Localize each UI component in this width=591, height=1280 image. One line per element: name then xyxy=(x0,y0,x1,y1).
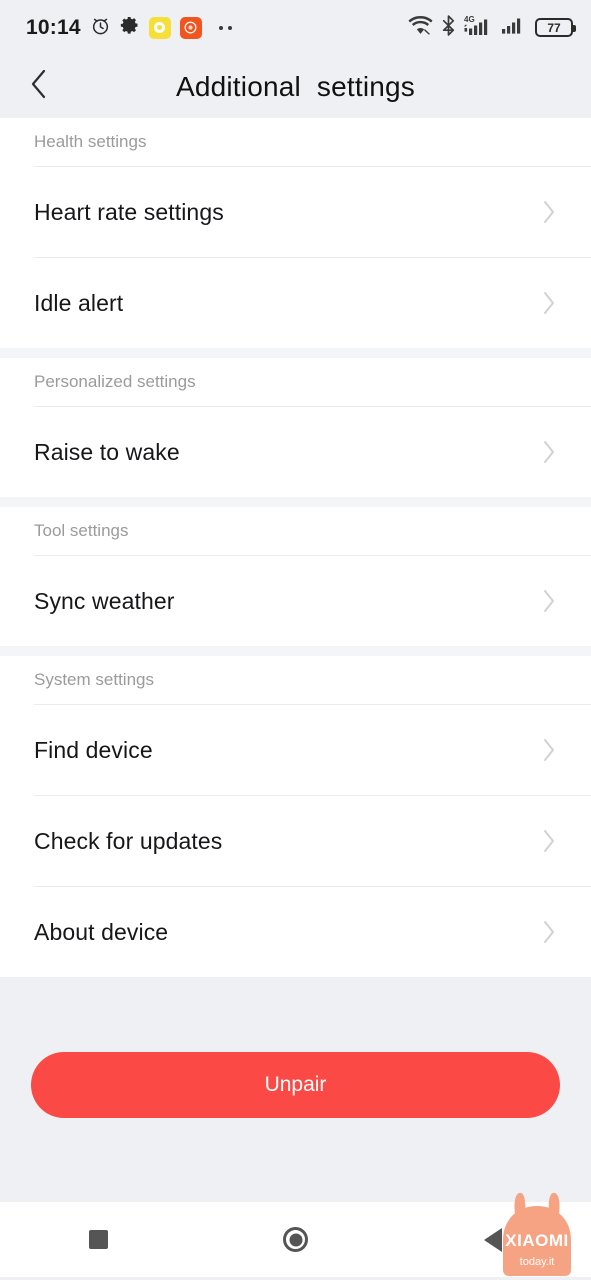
unpair-button[interactable]: Unpair xyxy=(31,1052,560,1118)
system-navigation-bar xyxy=(0,1202,591,1277)
signal-4g-icon: 4G xyxy=(464,14,494,41)
section-separator xyxy=(0,646,591,656)
page-title: Additional settings xyxy=(175,70,416,102)
list-item-find-device[interactable]: Find device xyxy=(0,705,591,795)
back-nav-button[interactable] xyxy=(453,1210,533,1270)
list-item-label: About device xyxy=(34,918,169,945)
app-icon-yellow xyxy=(148,16,171,39)
list-item-label: Heart rate settings xyxy=(34,198,224,225)
footer-area: Unpair xyxy=(0,977,591,1202)
section-separator xyxy=(0,348,591,358)
chevron-right-icon xyxy=(541,439,557,465)
section-personalized-settings: Personalized settings Raise to wake xyxy=(0,358,591,497)
ring-glyph xyxy=(154,22,166,33)
status-bar-right: 4G 77 xyxy=(408,14,576,41)
svg-text:4G: 4G xyxy=(464,15,475,24)
list-item-label: Raise to wake xyxy=(34,438,180,465)
battery-level: 77 xyxy=(547,20,561,35)
chevron-left-icon xyxy=(29,68,49,105)
settings-list: Health settings Heart rate settings Idle… xyxy=(0,118,591,977)
triangle-back-icon xyxy=(483,1227,502,1252)
section-system-settings: System settings Find device Check for up… xyxy=(0,656,591,977)
signal-icon xyxy=(502,16,527,39)
dot xyxy=(218,25,223,30)
chevron-right-icon xyxy=(541,737,557,763)
list-item-label: Find device xyxy=(34,736,153,763)
list-item-idle-alert[interactable]: Idle alert xyxy=(0,258,591,348)
battery-icon: 77 xyxy=(535,18,576,37)
list-item-label: Check for updates xyxy=(34,827,223,854)
more-notifications-dots xyxy=(218,25,232,30)
list-item-sync-weather[interactable]: Sync weather xyxy=(0,556,591,646)
circle-home-icon xyxy=(283,1227,308,1252)
alarm-clock-icon xyxy=(90,15,111,41)
bluetooth-icon xyxy=(441,14,456,41)
section-header: System settings xyxy=(34,670,154,689)
chevron-right-icon xyxy=(541,290,557,316)
chevron-right-icon xyxy=(541,828,557,854)
section-health-settings: Health settings Heart rate settings Idle… xyxy=(0,118,591,348)
status-time: 10:14 xyxy=(26,16,81,39)
section-header: Tool settings xyxy=(34,521,129,540)
square-recents-icon xyxy=(89,1230,108,1249)
section-tool-settings: Tool settings Sync weather xyxy=(0,507,591,646)
list-item-about-device[interactable]: About device xyxy=(0,887,591,977)
back-button[interactable] xyxy=(20,68,58,106)
list-item-check-for-updates[interactable]: Check for updates xyxy=(0,796,591,886)
app-header: Additional settings xyxy=(0,55,591,118)
app-icon-orange xyxy=(179,16,202,39)
section-separator xyxy=(0,497,591,507)
list-item-heart-rate-settings[interactable]: Heart rate settings xyxy=(0,167,591,257)
chevron-right-icon xyxy=(541,919,557,945)
home-button[interactable] xyxy=(256,1210,336,1270)
status-bar: 10:14 4G 77 xyxy=(0,0,591,55)
chevron-right-icon xyxy=(541,588,557,614)
section-header: Health settings xyxy=(34,132,147,151)
chevron-right-icon xyxy=(541,199,557,225)
dot xyxy=(227,25,232,30)
recents-button[interactable] xyxy=(59,1210,139,1270)
gear-icon xyxy=(120,15,140,40)
phone-screen: 10:14 4G 77 Additional settings Health s… xyxy=(0,0,591,1280)
list-item-label: Sync weather xyxy=(34,587,175,614)
wifi-icon xyxy=(408,15,433,40)
status-bar-left: 10:14 xyxy=(26,15,232,41)
list-item-label: Idle alert xyxy=(34,289,124,316)
list-item-raise-to-wake[interactable]: Raise to wake xyxy=(0,407,591,497)
section-header: Personalized settings xyxy=(34,372,196,391)
